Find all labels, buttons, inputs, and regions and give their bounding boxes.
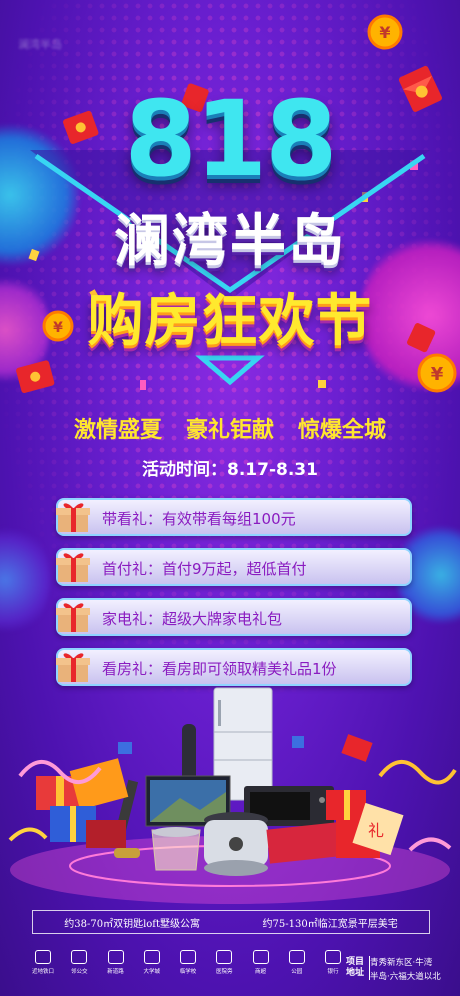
- headline-title: 澜湾半岛: [114, 209, 346, 274]
- svg-text:¥: ¥: [431, 364, 444, 385]
- rice-cooker-icon: [204, 812, 268, 876]
- subway-icon: 近地铁口: [28, 950, 58, 990]
- svg-text:礼: 礼: [368, 821, 384, 840]
- footer-banner: 约38-70㎡双钥匙loft墅级公寓 约75-130㎡临江宽景平层美宅: [32, 910, 430, 934]
- gift-bar: 带看礼：有效带看每组100元: [56, 498, 412, 536]
- address-line: 青秀新东区·牛湾: [370, 958, 433, 968]
- footer-left: 约38-70㎡双钥匙loft墅级公寓: [64, 918, 201, 930]
- gift-bar-label: 首付礼：首付9万起，超低首付: [102, 560, 307, 578]
- gift-pile-left: [36, 758, 129, 848]
- gift-box-icon: [56, 553, 90, 582]
- road-icon: 新道路: [101, 950, 131, 990]
- gift-box-icon: [56, 603, 90, 632]
- gift-bar-label: 家电礼：超级大牌家电礼包: [102, 610, 283, 628]
- coin-icon: ¥: [367, 14, 403, 50]
- mall-icon: 商超: [246, 950, 276, 990]
- gift-list: 带看礼：有效带看每组100元 首付礼：首付9万起，超低首付 家电礼：超级大牌家电…: [56, 498, 412, 698]
- park-icon: 公园: [282, 950, 312, 990]
- project-address: 青秀新东区·牛湾 半岛·六福大道以北: [370, 956, 460, 984]
- event-time: 活动时间：8.17-8.31: [142, 460, 318, 480]
- slogan-item: 豪礼钜献: [185, 418, 274, 443]
- slogan-item: 惊爆全城: [298, 418, 387, 443]
- address-line: 半岛·六福大道以北: [370, 972, 441, 982]
- kettle-icon: [151, 827, 201, 871]
- poster: 澜湾半岛 ¥ ¥ ¥ 818 澜湾半岛 购房狂欢节 激情盛夏 豪礼钜献 惊爆全城…: [0, 0, 460, 996]
- hospital-icon: 医院旁: [209, 950, 239, 990]
- appliances-illustration: 礼: [8, 687, 457, 904]
- slogan-row: 激情盛夏 豪礼钜献 惊爆全城: [0, 412, 460, 444]
- university-icon: 大学城: [137, 950, 167, 990]
- gift-bar-label: 带看礼：有效带看每组100元: [102, 510, 296, 528]
- headline-subtitle: 购房狂欢节: [87, 289, 373, 354]
- gift-bar-label: 看房礼：看房即可领取精美礼品1份: [102, 660, 337, 678]
- svg-text:¥: ¥: [379, 23, 390, 42]
- gift-bar: 首付礼：首付9万起，超低首付: [56, 548, 412, 586]
- project-address-label: 项目地址: [343, 956, 370, 980]
- amenity-icon-row: 近地铁口 邻公交 新道路 大学城 临学校 医院旁 商超 公园 银行: [28, 950, 348, 990]
- bus-icon: 邻公交: [64, 950, 94, 990]
- school-icon: 临学校: [173, 950, 203, 990]
- gift-box-icon: [56, 653, 90, 682]
- gift-box-icon: [56, 503, 90, 532]
- gift-bar: 家电礼：超级大牌家电礼包: [56, 598, 412, 636]
- footer-right: 约75-130㎡临江宽景平层美宅: [262, 918, 398, 930]
- slogan-item: 激情盛夏: [73, 418, 162, 443]
- headline-number: 818: [124, 78, 337, 200]
